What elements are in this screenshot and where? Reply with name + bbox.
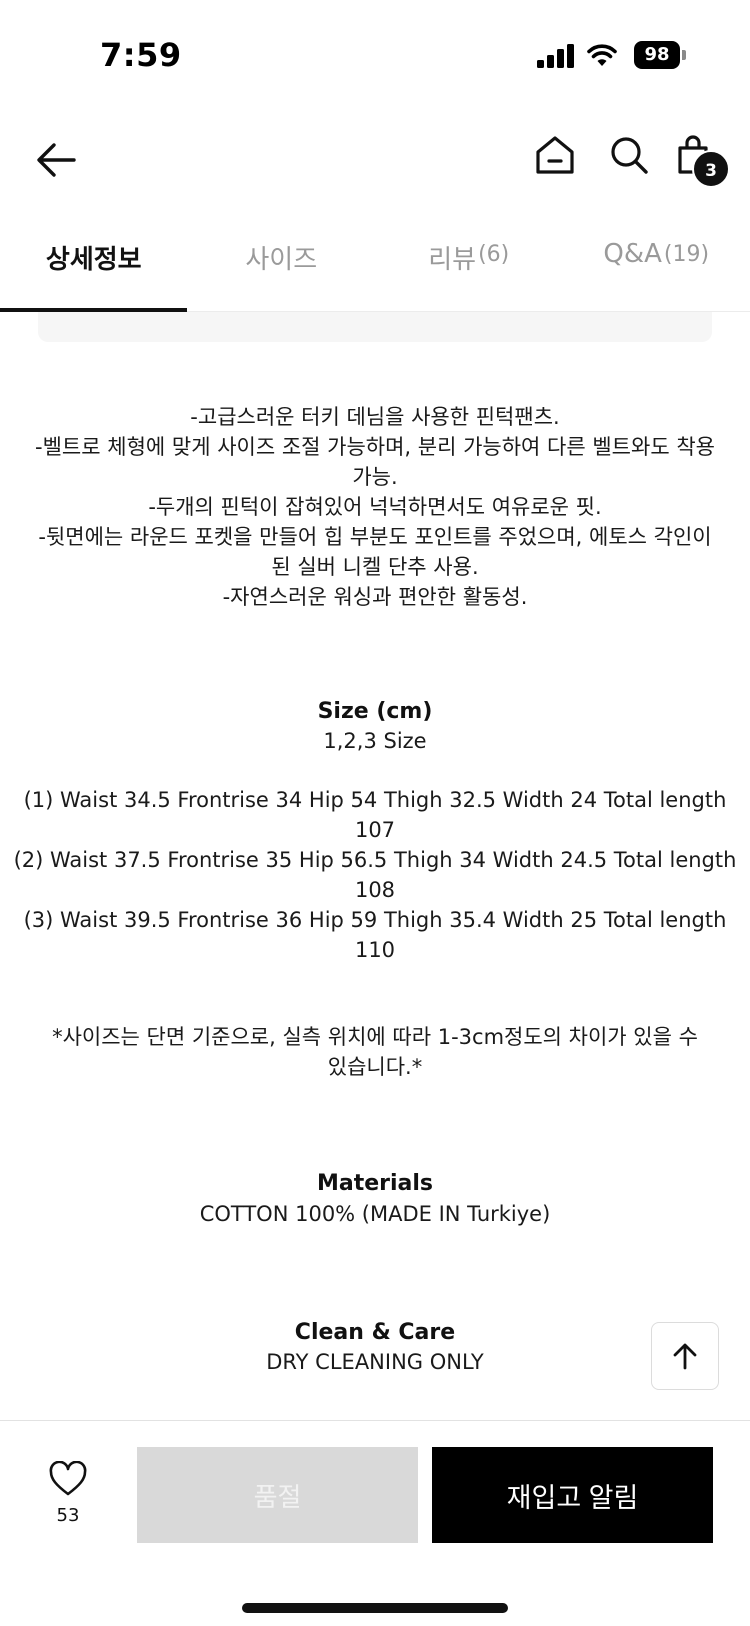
wifi-icon bbox=[587, 44, 617, 66]
size-note: 있습니다.* bbox=[327, 1055, 423, 1079]
description-line: 가능. bbox=[352, 465, 398, 489]
size-row: (3) Waist 39.5 Frontrise 36 Hip 59 Thigh… bbox=[23, 908, 727, 932]
care-heading: Clean & Care bbox=[294, 1320, 456, 1345]
restock-alert-button[interactable]: 재입고 알림 bbox=[432, 1447, 713, 1543]
battery-icon: 98 bbox=[634, 41, 686, 69]
battery-cap bbox=[682, 50, 686, 60]
scroll-to-top-button[interactable] bbox=[651, 1322, 719, 1390]
tab-count: (19) bbox=[663, 242, 710, 267]
tab-label: 상세정보 bbox=[45, 245, 142, 275]
home-icon[interactable] bbox=[534, 134, 576, 176]
description-line: -두개의 핀턱이 잡혀있어 넉넉하면서도 여유로운 핏. bbox=[148, 495, 602, 519]
info-card-bottom bbox=[38, 312, 712, 342]
tab-review[interactable]: 리뷰 (6) bbox=[375, 226, 563, 312]
like-count: 53 bbox=[56, 1505, 80, 1526]
arrow-up-icon bbox=[673, 1343, 697, 1370]
size-list: 1,2,3 Size bbox=[323, 729, 427, 753]
cart-count-badge: 3 bbox=[692, 150, 730, 188]
description-line: -자연스러운 워싱과 편안한 활동성. bbox=[222, 585, 528, 609]
top-navigation bbox=[0, 120, 750, 200]
like-button[interactable]: 53 bbox=[38, 1460, 98, 1541]
search-icon[interactable] bbox=[608, 134, 650, 176]
tab-detail-info[interactable]: 상세정보 bbox=[0, 226, 188, 312]
tab-count: (6) bbox=[478, 242, 510, 267]
description-line: -고급스러운 터키 데님을 사용한 핀턱팬츠. bbox=[190, 405, 560, 429]
size-row: 107 bbox=[354, 818, 396, 842]
description-line: -뒷면에는 라운드 포켓을 만들어 힙 부분도 포인트를 주었으며, 에토스 각… bbox=[38, 525, 712, 549]
tab-label: 사이즈 bbox=[245, 245, 318, 275]
materials-value: COTTON 100% (MADE IN Turkiye) bbox=[199, 1202, 551, 1226]
tab-size[interactable]: 사이즈 bbox=[188, 226, 376, 312]
heart-icon bbox=[49, 1460, 87, 1496]
care-value: DRY CLEANING ONLY bbox=[266, 1350, 484, 1374]
tab-qna[interactable]: Q&A (19) bbox=[563, 226, 750, 312]
description-line: -벨트로 체형에 맞게 사이즈 조절 가능하며, 분리 가능하여 다른 벨트와도… bbox=[35, 435, 715, 459]
bottom-action-bar: 53 품절 재입고 알림 bbox=[0, 1420, 750, 1626]
size-row: (1) Waist 34.5 Frontrise 34 Hip 54 Thigh… bbox=[23, 788, 727, 812]
size-note: *사이즈는 단면 기준으로, 실측 위치에 따라 1-3cm정도의 차이가 있을… bbox=[52, 1025, 698, 1049]
size-row: 110 bbox=[354, 938, 396, 962]
back-arrow-icon[interactable] bbox=[32, 138, 80, 182]
status-time: 7:59 bbox=[100, 36, 182, 74]
materials-heading: Materials bbox=[316, 1171, 434, 1196]
description-line: 된 실버 니켈 단추 사용. bbox=[271, 555, 479, 579]
cellular-signal-icon bbox=[537, 44, 574, 68]
home-indicator bbox=[242, 1603, 508, 1613]
tab-label: Q&A bbox=[603, 239, 662, 269]
status-bar: 7:59 98 bbox=[0, 0, 750, 100]
size-heading: Size (cm) bbox=[317, 699, 433, 724]
battery-level: 98 bbox=[634, 41, 680, 69]
tab-label: 리뷰 bbox=[428, 245, 477, 275]
detail-tabs: 상세정보 사이즈 리뷰 (6) Q&A (19) bbox=[0, 226, 750, 312]
sold-out-button: 품절 bbox=[137, 1447, 418, 1543]
size-row: 108 bbox=[354, 878, 396, 902]
size-row: (2) Waist 37.5 Frontrise 35 Hip 56.5 Thi… bbox=[13, 848, 737, 872]
